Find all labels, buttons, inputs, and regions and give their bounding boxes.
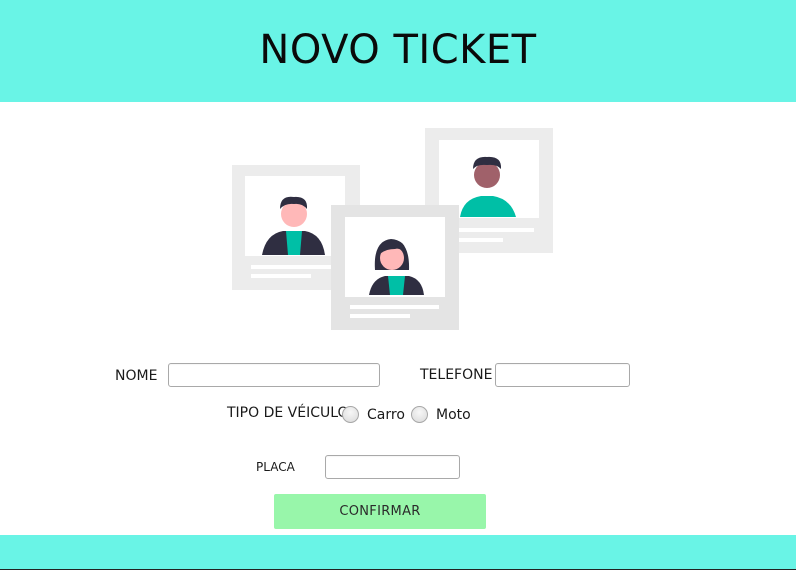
tipo-veiculo-label: TIPO DE VÉICULO [227, 405, 349, 421]
radio-moto[interactable] [411, 406, 428, 423]
telefone-input[interactable] [495, 363, 630, 387]
header-bar: NOVO TICKET [0, 0, 796, 102]
nome-label: NOME [115, 368, 158, 384]
radio-carro-label[interactable]: Carro [367, 407, 405, 423]
placa-label: PLACA [256, 460, 295, 474]
nome-input[interactable] [168, 363, 380, 387]
footer-bar [0, 535, 796, 570]
telefone-label: TELEFONE [420, 367, 493, 383]
radio-moto-label[interactable]: Moto [436, 407, 471, 423]
profile-cards-illustration [232, 128, 553, 330]
placa-input[interactable] [325, 455, 460, 479]
radio-carro[interactable] [342, 406, 359, 423]
confirm-button[interactable]: CONFIRMAR [274, 494, 486, 529]
profile-card-center [331, 205, 459, 330]
page-title: NOVO TICKET [259, 27, 537, 73]
